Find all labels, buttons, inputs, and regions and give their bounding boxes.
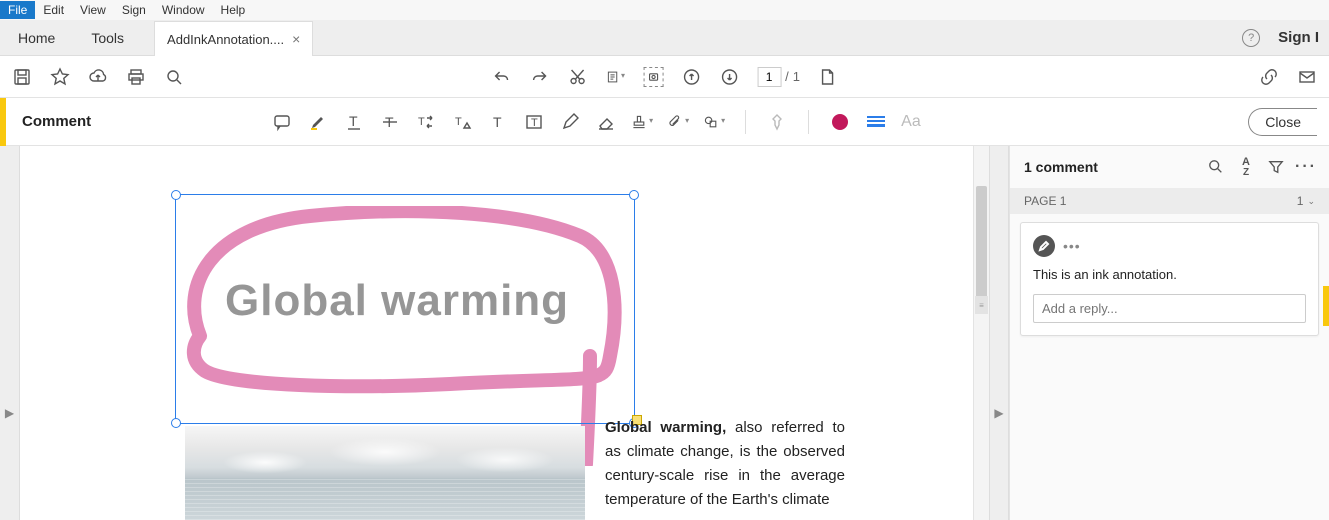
page-total: 1	[793, 69, 800, 84]
link-icon[interactable]	[1259, 67, 1279, 87]
menu-sign[interactable]: Sign	[114, 1, 154, 19]
menu-help[interactable]: Help	[213, 1, 254, 19]
close-tab-icon[interactable]: ×	[292, 31, 300, 47]
page-indicator: / 1	[757, 67, 800, 87]
menu-edit[interactable]: Edit	[35, 1, 72, 19]
comments-panel: 1 comment AZ ··· PAGE 1 1 ⌄ ••• This is …	[1009, 146, 1329, 520]
text-comment-icon[interactable]: T	[487, 111, 509, 133]
comment-text: This is an ink annotation.	[1033, 267, 1306, 282]
line-thickness-icon[interactable]	[865, 111, 887, 133]
comment-toolbar-label: Comment	[22, 113, 91, 130]
comments-page-divider[interactable]: PAGE 1 1 ⌄	[1010, 188, 1329, 214]
panel-active-indicator	[1323, 286, 1329, 326]
replace-text-icon[interactable]: T	[415, 111, 437, 133]
tab-document-label: AddInkAnnotation....	[167, 32, 284, 47]
star-icon[interactable]	[50, 67, 70, 87]
chevron-down-icon[interactable]: ⌄	[1307, 196, 1315, 207]
document-image	[185, 426, 585, 520]
download-circle-icon[interactable]	[719, 67, 739, 87]
svg-text:T: T	[493, 114, 502, 130]
undo-icon[interactable]	[491, 67, 511, 87]
upload-circle-icon[interactable]	[681, 67, 701, 87]
sign-in-button[interactable]: Sign I	[1278, 29, 1319, 46]
text-properties-icon[interactable]: Aa	[901, 113, 921, 131]
highlighter-icon[interactable]	[307, 111, 329, 133]
page-display-icon[interactable]: ▾	[605, 67, 625, 87]
workspace: ▶ Global warming Global warming, also re…	[0, 146, 1329, 520]
eraser-icon[interactable]	[595, 111, 617, 133]
text-box-icon[interactable]: T	[523, 111, 545, 133]
svg-text:T: T	[531, 117, 538, 129]
attachment-icon[interactable]: ▾	[667, 111, 689, 133]
underline-icon[interactable]: T	[343, 111, 365, 133]
insert-text-icon[interactable]: T	[451, 111, 473, 133]
page-separator: /	[785, 69, 789, 84]
tab-tools[interactable]: Tools	[73, 20, 142, 56]
shapes-icon[interactable]: ▾	[703, 111, 725, 133]
document-viewport[interactable]: Global warming Global warming, also refe…	[20, 146, 973, 520]
comments-panel-header: 1 comment AZ ···	[1010, 146, 1329, 188]
comment-more-icon[interactable]: •••	[1063, 238, 1081, 254]
close-comment-toolbar-button[interactable]: Close	[1248, 108, 1317, 136]
comment-item[interactable]: ••• This is an ink annotation.	[1020, 222, 1319, 336]
annotation-selection-box[interactable]	[175, 194, 635, 424]
tab-home[interactable]: Home	[0, 20, 73, 56]
quick-toolbar: ▾ / 1	[0, 56, 1329, 98]
toolbar-separator	[808, 110, 809, 134]
expand-left-panel-icon[interactable]: ▶	[5, 406, 14, 420]
pin-icon[interactable]	[766, 111, 788, 133]
toolbar-separator	[745, 110, 746, 134]
screenshot-icon[interactable]	[643, 67, 663, 87]
resize-handle-tl[interactable]	[171, 190, 181, 200]
sticky-note-icon[interactable]	[271, 111, 293, 133]
cut-icon[interactable]	[567, 67, 587, 87]
save-icon[interactable]	[12, 67, 32, 87]
menu-window[interactable]: Window	[154, 1, 213, 19]
document-body-text: Global warming, also referred to as clim…	[605, 416, 845, 512]
resize-handle-tr[interactable]	[629, 190, 639, 200]
page-icon[interactable]	[818, 67, 838, 87]
svg-text:T: T	[455, 116, 462, 128]
comments-count-label: 1 comment	[1024, 159, 1098, 175]
zoom-icon[interactable]	[164, 67, 184, 87]
scrollbar-grip[interactable]: ≡	[975, 296, 988, 314]
reply-input[interactable]	[1033, 294, 1306, 323]
scrollbar-thumb[interactable]	[976, 186, 987, 306]
menu-bar: File Edit View Sign Window Help	[0, 0, 1329, 20]
comment-toolbar: Comment T T T T T T ▾ ▾ ▾ Aa Close	[0, 98, 1329, 146]
redo-icon[interactable]	[529, 67, 549, 87]
page-label: PAGE 1	[1024, 194, 1066, 208]
search-comments-icon[interactable]	[1207, 158, 1225, 176]
strikethrough-icon[interactable]: T	[379, 111, 401, 133]
tab-document[interactable]: AddInkAnnotation.... ×	[154, 21, 313, 57]
cloud-upload-icon[interactable]	[88, 67, 108, 87]
menu-file[interactable]: File	[0, 1, 35, 19]
body-bold: Global warming,	[605, 419, 726, 436]
active-tool-indicator	[0, 98, 6, 146]
left-nav-rail: ▶	[0, 146, 20, 520]
sort-comments-icon[interactable]: AZ	[1237, 158, 1255, 176]
more-options-icon[interactable]: ···	[1297, 158, 1315, 176]
tabs-row: Home Tools AddInkAnnotation.... × ? Sign…	[0, 20, 1329, 56]
vertical-scrollbar[interactable]: ≡	[973, 146, 989, 520]
menu-view[interactable]: View	[72, 1, 114, 19]
help-icon[interactable]: ?	[1242, 29, 1260, 47]
mail-icon[interactable]	[1297, 67, 1317, 87]
right-nav-rail: ▶	[989, 146, 1009, 520]
print-icon[interactable]	[126, 67, 146, 87]
stamp-icon[interactable]: ▾	[631, 111, 653, 133]
page-current-input[interactable]	[757, 67, 781, 87]
page-comment-count: 1	[1297, 194, 1304, 208]
expand-right-panel-icon[interactable]: ▶	[994, 406, 1003, 420]
svg-text:T: T	[349, 113, 358, 129]
pencil-annotation-type-icon	[1033, 235, 1055, 257]
pencil-icon[interactable]	[559, 111, 581, 133]
color-picker[interactable]	[829, 111, 851, 133]
resize-handle-bl[interactable]	[171, 418, 181, 428]
svg-text:T: T	[418, 116, 425, 128]
filter-comments-icon[interactable]	[1267, 158, 1285, 176]
